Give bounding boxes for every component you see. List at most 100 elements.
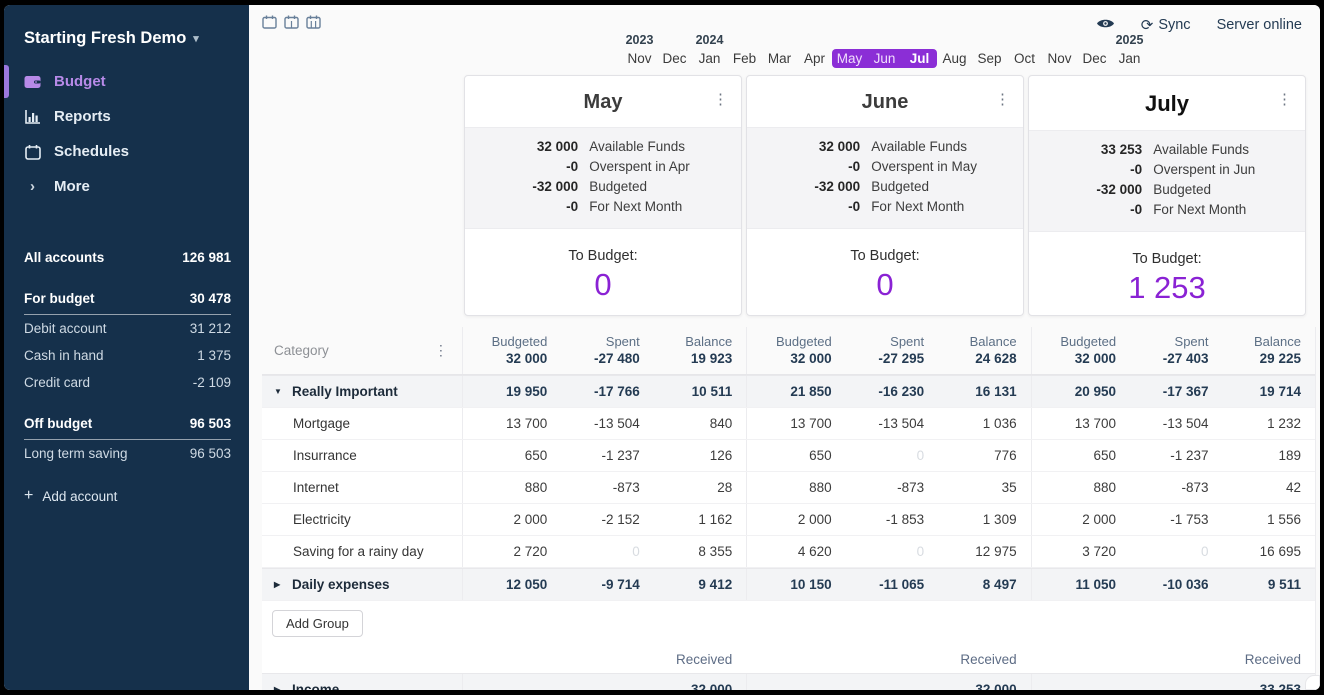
budget-file-menu[interactable]: Starting Fresh Demo ▾ [24,29,249,48]
timeline-month-mar4[interactable]: Mar [762,49,797,68]
to-budget-value[interactable]: 0 [465,267,741,303]
timeline-month-jun7[interactable]: Jun [867,49,902,68]
account-all-accounts[interactable]: All accounts 126 981 [24,244,231,271]
balance-cell[interactable]: 42 [1217,472,1315,503]
month-menu-kebab-icon[interactable]: ⋮ [713,93,728,107]
scrollbar-corner[interactable] [1305,675,1320,690]
spent-cell[interactable]: -873 [555,472,647,503]
budgeted-cell[interactable]: 13 700 [1032,408,1124,439]
timeline-month-jul8[interactable]: Jul [902,49,937,68]
budgeted-cell[interactable]: 880 [1032,472,1124,503]
month-menu-kebab-icon[interactable]: ⋮ [1277,93,1292,107]
budgeted-cell[interactable]: 13 700 [747,408,839,439]
spent-cell[interactable]: 0 [840,536,932,567]
budgeted-cell[interactable]: 4 620 [747,536,839,567]
group-name-really-important[interactable]: ▼Really Important [262,376,462,407]
timeline-month-nov12[interactable]: Nov [1042,49,1077,68]
expand-arrow-icon[interactable]: ▶ [274,685,283,690]
spent-cell[interactable]: -1 237 [555,440,647,471]
budgeted-cell[interactable]: 13 700 [463,408,555,439]
balance-cell[interactable]: 35 [932,472,1030,503]
spent-cell[interactable]: -13 504 [1124,408,1216,439]
timeline-month-sep10[interactable]: Sep [972,49,1007,68]
sidebar-item-reports[interactable]: Reports [4,99,249,134]
category-name-mortgage[interactable]: Mortgage [262,408,462,439]
account-credit-card[interactable]: Credit card -2 109 [24,369,231,396]
balance-cell[interactable]: 126 [648,440,746,471]
budgeted-cell[interactable]: 2 000 [463,504,555,535]
privacy-eye-icon[interactable] [1096,17,1115,34]
account-long-term-saving[interactable]: Long term saving 96 503 [24,440,231,467]
balance-cell[interactable]: 1 556 [1217,504,1315,535]
balance-cell[interactable]: 776 [932,440,1030,471]
expand-arrow-icon[interactable]: ▶ [274,580,283,589]
timeline-month-2024jan2[interactable]: 2024Jan [692,49,727,68]
budgeted-cell[interactable]: 650 [1032,440,1124,471]
spent-cell[interactable]: -1 853 [840,504,932,535]
balance-cell[interactable]: 8 355 [648,536,746,567]
account-group-off-budget[interactable]: Off budget 96 503 [24,410,231,440]
category-name-insurrance[interactable]: Insurrance [262,440,462,471]
add-account-button[interactable]: + Add account [24,487,231,505]
balance-cell[interactable]: 1 162 [648,504,746,535]
calendar-1-month-icon[interactable] [262,15,277,29]
spent-cell[interactable]: 0 [555,536,647,567]
balance-cell[interactable]: 16 695 [1217,536,1315,567]
category-name-saving-for-a-rainy-day[interactable]: Saving for a rainy day [262,536,462,567]
income-group-name[interactable]: ▶ Income [262,674,462,690]
timeline-month-may6[interactable]: May [832,49,867,68]
category-name-electricity[interactable]: Electricity [262,504,462,535]
spent-cell[interactable]: 0 [1124,536,1216,567]
budgeted-cell[interactable]: 880 [747,472,839,503]
timeline-month-oct11[interactable]: Oct [1007,49,1042,68]
spent-cell[interactable]: -1 237 [1124,440,1216,471]
spent-cell[interactable]: -1 753 [1124,504,1216,535]
balance-cell[interactable]: 840 [648,408,746,439]
budgeted-cell[interactable]: 650 [747,440,839,471]
timeline-month-dec1[interactable]: Dec [657,49,692,68]
sidebar-item-more[interactable]: › More [4,169,249,204]
spent-cell[interactable]: -873 [1124,472,1216,503]
month-menu-kebab-icon[interactable]: ⋮ [995,93,1010,107]
sync-button[interactable]: ⟳ Sync [1141,16,1191,34]
to-budget-value[interactable]: 0 [747,267,1023,303]
timeline-month-dec13[interactable]: Dec [1077,49,1112,68]
add-group-button[interactable]: Add Group [272,610,363,637]
account-debit-account[interactable]: Debit account 31 212 [24,315,231,342]
spent-cell[interactable]: -13 504 [840,408,932,439]
account-cash-in-hand[interactable]: Cash in hand 1 375 [24,342,231,369]
budgeted-cell[interactable]: 650 [463,440,555,471]
budgeted-cell[interactable]: 2 720 [463,536,555,567]
timeline-month-2023nov0[interactable]: 2023Nov [622,49,657,68]
budgeted-cell[interactable]: 3 720 [1032,536,1124,567]
category-name-internet[interactable]: Internet [262,472,462,503]
sidebar-item-schedules[interactable]: Schedules [4,134,249,169]
collapse-arrow-icon[interactable]: ▼ [274,387,283,396]
balance-cell[interactable]: 189 [1217,440,1315,471]
server-status[interactable]: Server online [1217,17,1302,33]
calendar-3-months-icon[interactable] [306,15,321,29]
to-budget-value[interactable]: 1 253 [1029,270,1305,306]
timeline-month-aug9[interactable]: Aug [937,49,972,68]
sync-label: Sync [1158,17,1190,33]
group-name-daily-expenses[interactable]: ▶Daily expenses [262,569,462,600]
balance-cell[interactable]: 1 036 [932,408,1030,439]
balance-cell[interactable]: 12 975 [932,536,1030,567]
spent-cell[interactable]: -873 [840,472,932,503]
balance-cell[interactable]: 1 309 [932,504,1030,535]
timeline-month-apr5[interactable]: Apr [797,49,832,68]
sidebar-item-budget[interactable]: Budget [4,64,249,99]
timeline-month-feb3[interactable]: Feb [727,49,762,68]
spent-cell[interactable]: 0 [840,440,932,471]
account-group-for-budget[interactable]: For budget 30 478 [24,285,231,315]
category-menu-kebab-icon[interactable]: ⋮ [434,342,448,359]
timeline-month-2025jan14[interactable]: 2025Jan [1112,49,1147,68]
budgeted-cell[interactable]: 2 000 [1032,504,1124,535]
budgeted-cell[interactable]: 2 000 [747,504,839,535]
spent-cell[interactable]: -13 504 [555,408,647,439]
balance-cell[interactable]: 1 232 [1217,408,1315,439]
budgeted-cell[interactable]: 880 [463,472,555,503]
calendar-2-months-icon[interactable] [284,15,299,29]
spent-cell[interactable]: -2 152 [555,504,647,535]
balance-cell[interactable]: 28 [648,472,746,503]
